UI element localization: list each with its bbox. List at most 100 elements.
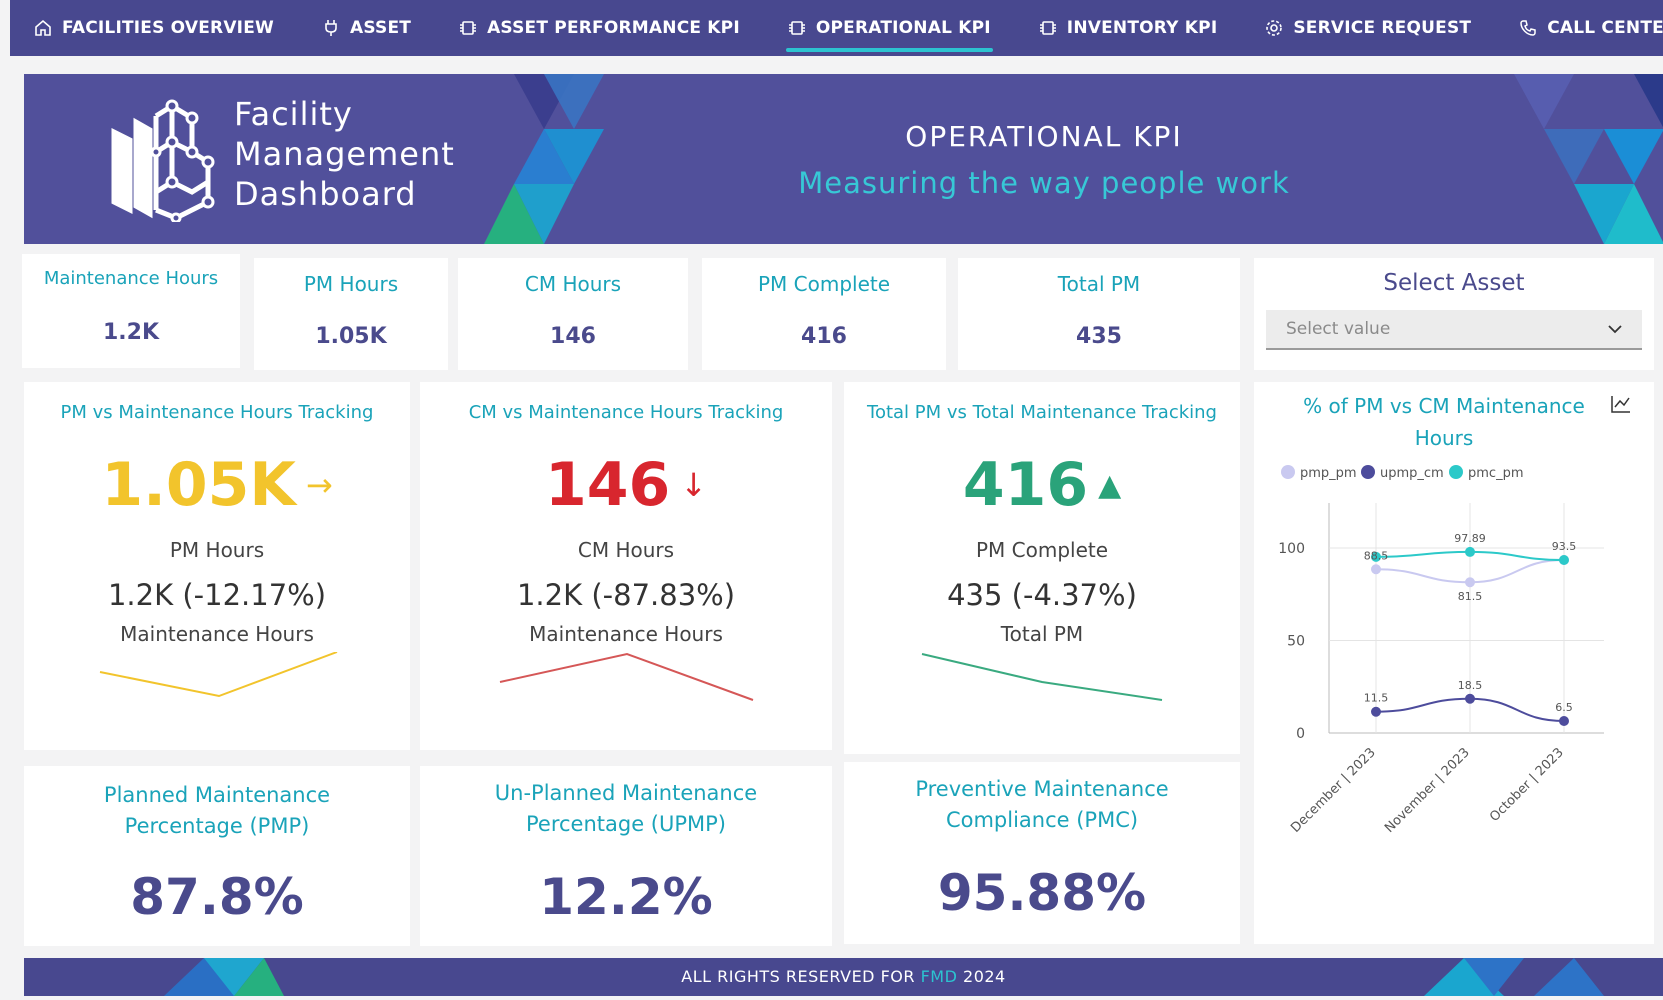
tracking-title: CM vs Maintenance Hours Tracking [468, 402, 784, 423]
data-label: 88.5 [1364, 549, 1389, 562]
nav-label: OPERATIONAL KPI [815, 18, 991, 38]
nav-item-operational-kpi[interactable]: OPERATIONAL KPI [764, 0, 1015, 56]
kpi-value: 1.2K [102, 320, 160, 345]
tracking-value: 416 [962, 450, 1089, 520]
copyright-text: ALL RIGHTS RESERVED FOR FMD 2024 [24, 967, 1663, 986]
tracking-value: 1.05K [101, 450, 296, 520]
kpi-value: 435 [1076, 324, 1122, 349]
header-banner: Facility Management Dashboard OPERATIONA… [24, 74, 1663, 244]
y-tick-label: 50 [1287, 634, 1305, 650]
chart-analytics-icon[interactable] [1610, 394, 1632, 418]
copyright-prefix: ALL RIGHTS RESERVED FOR [681, 967, 915, 986]
pmc-value: 95.88% [937, 864, 1147, 922]
data-point [1465, 693, 1475, 704]
sparkline [499, 652, 754, 701]
y-tick-label: 100 [1278, 541, 1305, 557]
x-tick-label: October | 2023 [1487, 745, 1567, 825]
sparkline [99, 652, 338, 698]
nav-label: SERVICE REQUEST [1293, 18, 1472, 38]
nav-item-inventory-kpi[interactable]: INVENTORY KPI [1015, 0, 1242, 56]
tracking-comparison: 1.2K (-87.83%) [516, 578, 736, 612]
data-point [1371, 564, 1381, 575]
copyright-year: 2024 [963, 967, 1006, 986]
page-title: OPERATIONAL KPI [905, 120, 1183, 153]
tracking-title: PM vs Maintenance Hours Tracking [60, 402, 374, 423]
data-label: 97.89 [1454, 532, 1486, 545]
legend-label: pmp_pm [1300, 466, 1357, 481]
top-nav: FACILITIES OVERVIEW ASSET ASSET PERFORMA… [10, 0, 1663, 56]
legend-label: pmc_pm [1468, 466, 1523, 481]
kpi-value: 1.05K [315, 324, 387, 349]
decor-triangles-left [484, 74, 604, 244]
pmc-title: Preventive Maintenance Compliance (PMC) [915, 777, 1169, 832]
home-icon [34, 19, 52, 37]
kpi-value: 146 [550, 324, 596, 349]
tracking-main: 1.05K → [24, 450, 410, 520]
nav-item-facilities-overview[interactable]: FACILITIES OVERVIEW [10, 0, 298, 56]
y-tick-label: 0 [1296, 726, 1305, 742]
pm-vs-cm-chart-card: % of PM vs CM Maintenance Hours pmp_pm up… [1254, 382, 1654, 944]
upmp-value: 12.2% [539, 868, 713, 926]
x-tick-label: December | 2023 [1288, 745, 1379, 836]
nav-item-service-request[interactable]: SERVICE REQUEST [1241, 0, 1495, 56]
tracking-card-total-pm: Total PM vs Total Maintenance Tracking 4… [844, 382, 1240, 754]
plug-icon [322, 19, 340, 37]
page-subtitle: Measuring the way people work [798, 166, 1290, 200]
gear-icon [1265, 19, 1283, 37]
tracking-value: 146 [544, 450, 671, 520]
nav-item-asset-performance-kpi[interactable]: ASSET PERFORMANCE KPI [435, 0, 764, 56]
kpi-card-pm-complete: PM Complete 416 [702, 258, 946, 370]
select-asset-dropdown[interactable]: Select value [1266, 310, 1642, 350]
nav-item-asset[interactable]: ASSET [298, 0, 435, 56]
tracking-card-cm: CM vs Maintenance Hours Tracking 146 ↓ C… [420, 382, 832, 750]
nav-label: ASSET PERFORMANCE KPI [487, 18, 740, 38]
kpi-card-cm-hours: CM Hours 146 [458, 258, 688, 370]
kpi-label: PM Hours [303, 272, 399, 296]
line-chart: pmp_pm upmp_cm pmc_pm 0 50 100 December | 2023… [1278, 465, 1604, 836]
arrow-down-icon: ↓ [680, 466, 708, 504]
footer: ALL RIGHTS RESERVED FOR FMD 2024 [24, 958, 1663, 996]
x-tick-label: November | 2023 [1382, 745, 1473, 836]
tracking-comparison-label: Maintenance Hours [120, 622, 314, 646]
chip-icon [788, 19, 806, 37]
tracking-comparison-label: Maintenance Hours [529, 622, 723, 646]
kpi-label: PM Complete [757, 272, 891, 296]
kpi-label: CM Hours [524, 272, 622, 296]
kpi-card-maintenance-hours: Maintenance Hours 1.2K [22, 254, 240, 368]
chip-icon [459, 19, 477, 37]
sparkline [921, 653, 1163, 701]
logo-icon [111, 99, 215, 222]
nav-label: ASSET [349, 18, 412, 38]
pmp-card: Planned Maintenance Percentage (PMP) 87.… [24, 766, 410, 946]
nav-label: FACILITIES OVERVIEW [62, 18, 274, 38]
triangle-up-icon: ▲ [1098, 467, 1122, 503]
nav-item-call-center[interactable]: CALL CENTER [1495, 0, 1663, 56]
tracking-comparison: 1.2K (-12.17%) [107, 578, 327, 612]
pmc-card: Preventive Maintenance Compliance (PMC) … [844, 762, 1240, 944]
data-label: 81.5 [1458, 590, 1483, 603]
pmp-value: 87.8% [130, 868, 304, 926]
chip-icon [1039, 19, 1057, 37]
upmp-title: Un-Planned Maintenance Percentage (UPMP) [494, 781, 758, 836]
select-asset-card: Select Asset Select value [1254, 258, 1654, 370]
kpi-label: Maintenance Hours [43, 268, 219, 289]
kpi-card-total-pm: Total PM 435 [958, 258, 1240, 370]
chevron-down-icon [1608, 319, 1622, 339]
kpi-label: Total PM [1057, 272, 1141, 296]
data-label: 6.5 [1555, 701, 1573, 714]
arrow-right-icon: → [305, 466, 333, 504]
tracking-main: 146 ↓ [420, 450, 832, 520]
tracking-label: PM Complete [975, 538, 1109, 562]
logo-line: Facility [234, 95, 353, 133]
data-label: 18.5 [1458, 679, 1483, 692]
nav-label: INVENTORY KPI [1066, 18, 1218, 38]
data-point [1559, 715, 1569, 726]
tracking-comparison: 435 (-4.37%) [947, 578, 1137, 612]
data-point [1371, 706, 1381, 717]
tracking-label: CM Hours [577, 538, 675, 562]
pmp-title: Planned Maintenance Percentage (PMP) [103, 783, 331, 838]
select-asset-title: Select Asset [1383, 270, 1525, 296]
legend-swatch [1361, 465, 1375, 479]
logo-text: Facility Management Dashboard [234, 94, 455, 214]
copyright-brand: FMD [920, 967, 958, 986]
